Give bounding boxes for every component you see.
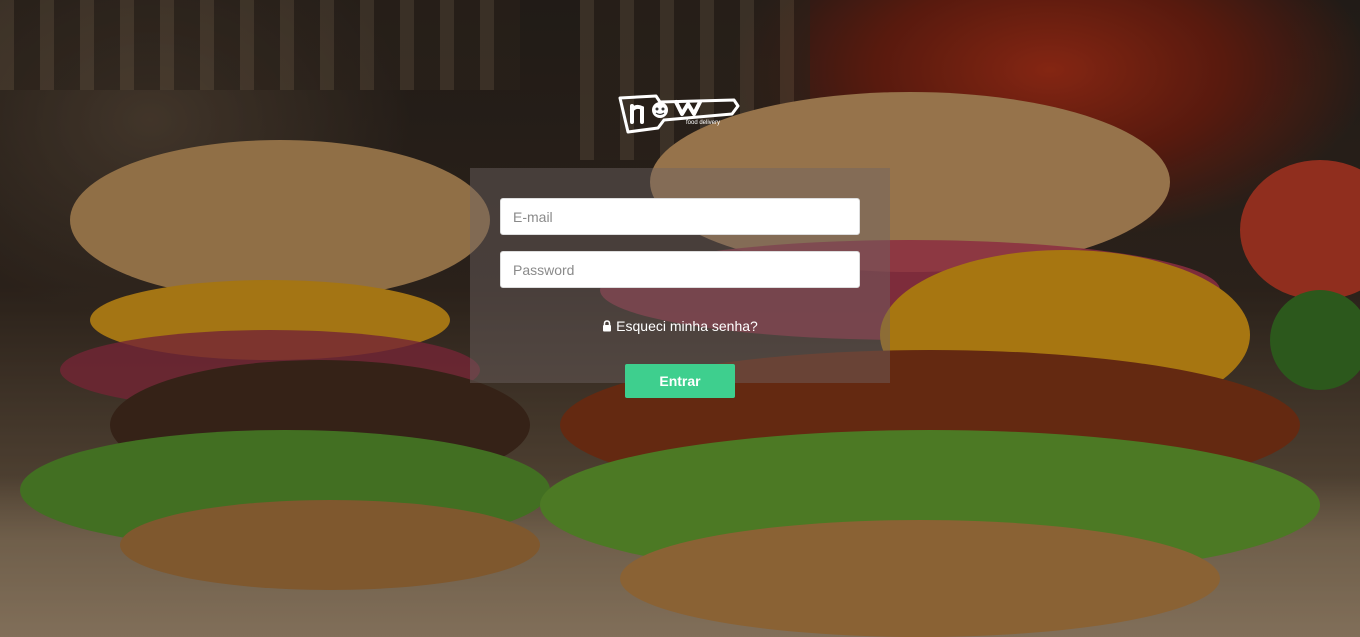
password-input[interactable]	[500, 251, 860, 288]
email-input[interactable]	[500, 198, 860, 235]
lock-icon	[602, 319, 612, 335]
login-panel: Esqueci minha senha?	[470, 168, 890, 383]
svg-text:food delivery: food delivery	[686, 120, 720, 126]
login-submit-button[interactable]: Entrar	[625, 364, 735, 398]
login-page: food delivery Esqueci minha senha? Entra…	[0, 0, 1360, 637]
brand-logo: food delivery	[612, 92, 748, 136]
forgot-password-label: Esqueci minha senha?	[616, 318, 758, 334]
forgot-password-link[interactable]: Esqueci minha senha?	[470, 318, 890, 335]
